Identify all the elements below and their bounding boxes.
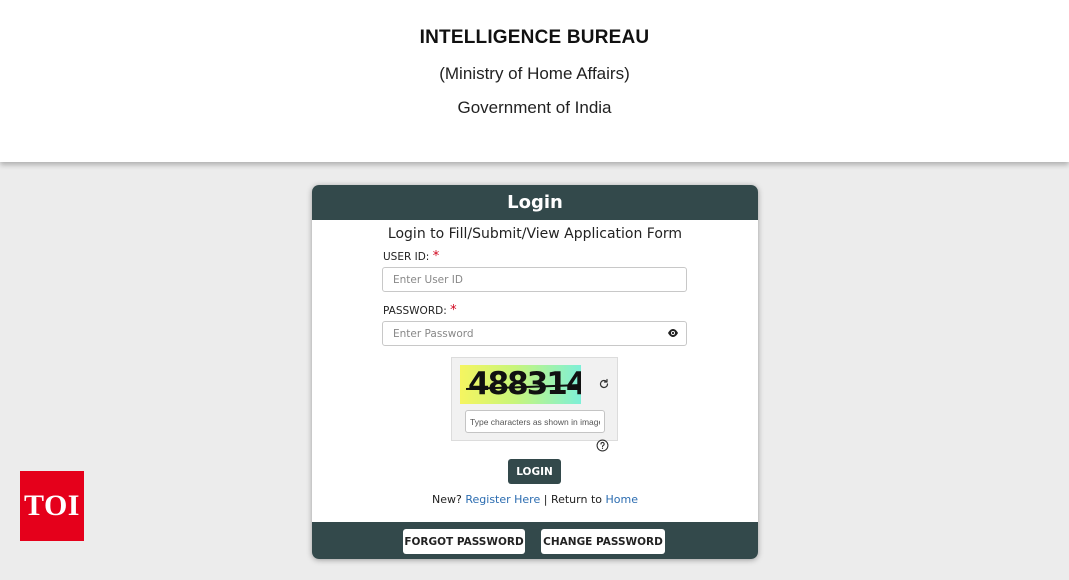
forgot-password-button[interactable]: FORGOT PASSWORD — [403, 529, 525, 554]
change-password-button[interactable]: CHANGE PASSWORD — [541, 529, 665, 554]
captcha-image: 488314 — [460, 365, 581, 404]
link-separator: | — [543, 493, 548, 506]
toi-watermark-logo: TOI — [20, 471, 84, 541]
required-mark: * — [450, 303, 457, 318]
government-name: Government of India — [457, 98, 612, 117]
return-prefix: Return to — [550, 493, 602, 506]
register-link[interactable]: Register Here — [465, 493, 540, 506]
password-input[interactable] — [382, 321, 687, 346]
password-label-text: PASSWORD: — [383, 305, 447, 317]
ministry-name: (Ministry of Home Affairs) — [439, 64, 630, 83]
password-label: PASSWORD: * — [383, 303, 457, 318]
captcha-input[interactable] — [465, 410, 605, 433]
site-header: INTELLIGENCE BUREAU (Ministry of Home Af… — [0, 0, 1069, 162]
home-link[interactable]: Home — [606, 493, 638, 506]
question-circle-icon[interactable] — [596, 439, 609, 452]
user-id-input[interactable] — [382, 267, 687, 292]
captcha-panel: 488314 — [451, 357, 618, 441]
login-subtitle: Login to Fill/Submit/View Application Fo… — [387, 226, 683, 242]
login-card-footer: FORGOT PASSWORD CHANGE PASSWORD — [312, 522, 758, 559]
user-id-label: USER ID: * — [383, 249, 439, 264]
login-button[interactable]: LOGIN — [508, 459, 561, 484]
new-prefix: New? — [432, 493, 462, 506]
user-id-label-text: USER ID: — [383, 251, 430, 263]
login-title: Login — [312, 185, 758, 220]
refresh-icon[interactable] — [598, 378, 610, 390]
required-mark: * — [432, 249, 440, 264]
login-card: Login Login to Fill/Submit/View Applicat… — [312, 185, 758, 559]
eye-icon[interactable] — [667, 328, 679, 338]
org-name: INTELLIGENCE BUREAU — [419, 27, 650, 48]
register-home-links: New? Register Here | Return to Home — [312, 493, 758, 506]
